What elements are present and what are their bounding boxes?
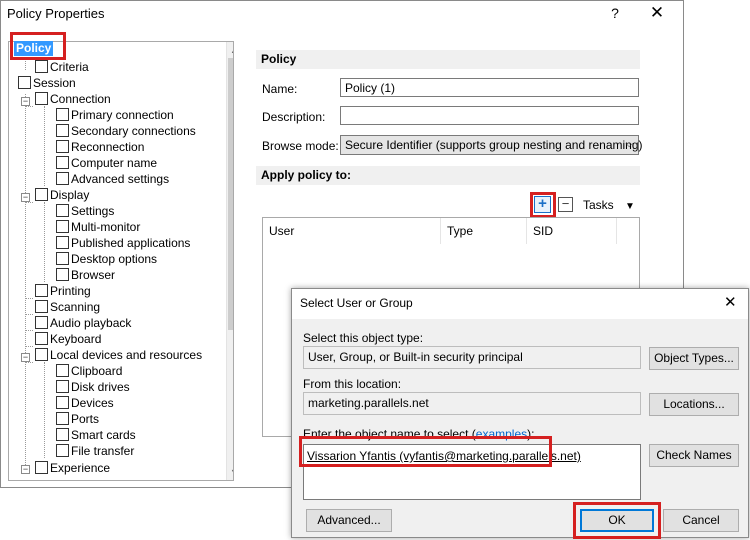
tasks-label: Tasks: [583, 198, 614, 212]
tree-item-label: Browser: [71, 268, 116, 282]
help-button[interactable]: ?: [605, 5, 625, 23]
tree-item-label: Local devices and resources: [50, 348, 203, 362]
tree-item-label: Disk drives: [71, 380, 130, 394]
dialog-title: Select User or Group: [300, 296, 413, 310]
object-type-label: Select this object type:: [303, 331, 424, 345]
name-field[interactable]: Policy (1): [340, 78, 639, 97]
description-label: Description:: [262, 110, 326, 124]
name-label: Name:: [262, 82, 298, 96]
cancel-button[interactable]: Cancel: [663, 509, 739, 532]
tree-item-label: Settings: [71, 204, 115, 218]
collapse-icon[interactable]: −: [21, 353, 30, 362]
desktop-options-checkbox[interactable]: [56, 252, 69, 265]
multi-monitor-checkbox[interactable]: [56, 220, 69, 233]
policy-section-header: Policy: [256, 50, 640, 69]
scanning-checkbox[interactable]: [35, 300, 48, 313]
policy-tree[interactable]: Criteria Session − Connection Primary co…: [8, 41, 234, 481]
remove-icon[interactable]: −: [558, 197, 573, 212]
tree-item-label: Printing: [50, 284, 91, 298]
column-user[interactable]: User: [263, 218, 441, 244]
tree-item-label: Criteria: [50, 60, 89, 74]
check-names-button[interactable]: Check Names: [649, 444, 739, 467]
browse-mode-value: Secure Identifier (supports group nestin…: [345, 138, 643, 152]
collapse-icon[interactable]: −: [21, 465, 30, 474]
display-checkbox[interactable]: [35, 188, 48, 201]
tasks-dropdown-icon: ▼: [625, 201, 635, 212]
printing-checkbox[interactable]: [35, 284, 48, 297]
highlight-policy: [10, 32, 66, 60]
tree-item-label: Advanced settings: [71, 172, 170, 186]
clipboard-checkbox[interactable]: [56, 364, 69, 377]
file-transfer-checkbox[interactable]: [56, 444, 69, 457]
reconnection-checkbox[interactable]: [56, 140, 69, 153]
tree-item-label: Scanning: [50, 300, 101, 314]
select-user-dialog: Select User or Group ✕ Select this objec…: [291, 288, 749, 539]
tree-item-label: Multi-monitor: [71, 220, 141, 234]
primary-connection-checkbox[interactable]: [56, 108, 69, 121]
window-title: Policy Properties: [7, 6, 105, 21]
tree-item-label: Devices: [71, 396, 114, 410]
chevron-down-icon: ⌵: [625, 139, 633, 150]
settings-checkbox[interactable]: [56, 204, 69, 217]
secondary-connections-checkbox[interactable]: [56, 124, 69, 137]
scroll-down-icon[interactable]: ▼: [226, 467, 233, 477]
tree-item-label: Computer name: [71, 156, 158, 170]
experience-checkbox[interactable]: [35, 461, 48, 474]
column-sid[interactable]: SID: [527, 218, 617, 244]
highlight-add: [530, 192, 556, 218]
description-field[interactable]: [340, 106, 639, 125]
tree-item-label: Smart cards: [71, 428, 136, 442]
advanced-settings-checkbox[interactable]: [56, 172, 69, 185]
audio-playback-checkbox[interactable]: [35, 316, 48, 329]
smart-cards-checkbox[interactable]: [56, 428, 69, 441]
local-devices-checkbox[interactable]: [35, 348, 48, 361]
highlight-object-name: [299, 436, 552, 467]
browse-mode-label: Browse mode:: [262, 139, 339, 153]
advanced-button[interactable]: Advanced...: [306, 509, 392, 532]
published-applications-checkbox[interactable]: [56, 236, 69, 249]
tree-item-label: Published applications: [71, 236, 191, 250]
keyboard-checkbox[interactable]: [35, 332, 48, 345]
tree-item-label: Desktop options: [71, 252, 158, 266]
devices-checkbox[interactable]: [56, 396, 69, 409]
connection-checkbox[interactable]: [35, 92, 48, 105]
collapse-icon[interactable]: −: [21, 193, 30, 202]
tree-item-label: Experience: [50, 461, 111, 475]
scroll-up-icon[interactable]: ▲: [226, 45, 233, 55]
dialog-close-icon[interactable]: ✕: [724, 293, 737, 311]
tree-item-label: Secondary connections: [71, 124, 196, 138]
highlight-ok: [573, 502, 661, 539]
browser-checkbox[interactable]: [56, 268, 69, 281]
locations-button[interactable]: Locations...: [649, 393, 739, 416]
location-field: marketing.parallels.net: [303, 392, 641, 415]
tree-item-label: Ports: [71, 412, 100, 426]
tree-item-label: Reconnection: [71, 140, 145, 154]
tree-item-label: Display: [50, 188, 90, 202]
tree-item-label: Clipboard: [71, 364, 123, 378]
criteria-checkbox[interactable]: [35, 60, 48, 73]
disk-drives-checkbox[interactable]: [56, 380, 69, 393]
location-label: From this location:: [303, 377, 402, 391]
tree-scrollbar-thumb[interactable]: [228, 58, 233, 330]
tree-item-label: Audio playback: [50, 316, 132, 330]
tasks-menu[interactable]: Tasks ▼: [583, 198, 635, 212]
collapse-icon[interactable]: −: [21, 97, 30, 106]
tree-item-label: Connection: [50, 92, 111, 106]
object-type-field: User, Group, or Built-in security princi…: [303, 346, 641, 369]
object-types-button[interactable]: Object Types...: [649, 347, 739, 370]
apply-policy-header: Apply policy to:: [256, 166, 640, 185]
tree-item-label: Primary connection: [71, 108, 174, 122]
tree-item-label: Session: [33, 76, 76, 90]
tree-item-label: Keyboard: [50, 332, 102, 346]
column-type[interactable]: Type: [441, 218, 527, 244]
computer-name-checkbox[interactable]: [56, 156, 69, 169]
session-checkbox[interactable]: [18, 76, 31, 89]
tree-item-label: File transfer: [71, 444, 135, 458]
close-icon[interactable]: ✕: [645, 3, 669, 25]
ports-checkbox[interactable]: [56, 412, 69, 425]
browse-mode-select[interactable]: Secure Identifier (supports group nestin…: [340, 135, 643, 155]
